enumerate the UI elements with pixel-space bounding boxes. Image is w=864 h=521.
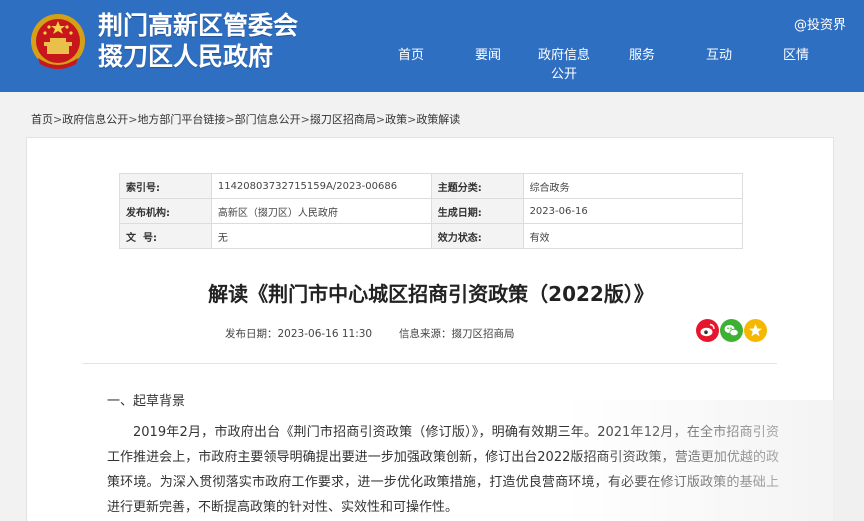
site-title[interactable]: 荆门高新区管委会 掇刀区人民政府 <box>98 10 298 72</box>
site-title-line2: 掇刀区人民政府 <box>98 42 274 71</box>
breadcrumb-item-policy[interactable]: 政策 <box>385 113 407 126</box>
breadcrumb-item-investment-bureau[interactable]: 掇刀区招商局 <box>310 113 376 126</box>
docno-value: 无 <box>210 223 432 249</box>
breadcrumb-item-policy-interpretation[interactable]: 政策解读 <box>416 113 460 126</box>
date-value: 2023-06-16 <box>522 198 744 224</box>
breadcrumb-item-dept-info[interactable]: 部门信息公开 <box>235 113 301 126</box>
table-row: 文 号: 无 效力状态: 有效 <box>119 223 744 249</box>
breadcrumb-item-platform-links[interactable]: 地方部门平台链接 <box>137 113 225 126</box>
nav-item-news[interactable]: 要闻 <box>475 46 501 65</box>
breadcrumb-separator: > <box>375 113 386 126</box>
document-meta-table: 索引号: 11420803732715159A/2023-00686 主题分类:… <box>119 173 744 249</box>
favorite-button[interactable] <box>744 319 767 342</box>
nav-item-service[interactable]: 服务 <box>629 46 655 65</box>
article-title: 解读《荆门市中心城区招商引资政策（2022版）》 <box>208 282 654 306</box>
breadcrumb-item-gov-info[interactable]: 政府信息公开 <box>62 113 128 126</box>
nav-item-gov-info[interactable]: 政府信息公开 <box>538 46 590 84</box>
status-label: 效力状态: <box>430 223 524 249</box>
status-value: 有效 <box>522 223 744 249</box>
breadcrumb-separator: > <box>53 113 63 126</box>
weibo-icon <box>696 319 719 342</box>
breadcrumb-separator: > <box>407 113 417 126</box>
star-icon <box>744 319 767 342</box>
wechat-icon <box>720 319 743 342</box>
breadcrumb-separator: > <box>300 113 310 126</box>
watermark-text: @投资界 <box>793 18 846 33</box>
divider <box>83 363 777 364</box>
share-weibo-button[interactable] <box>696 319 719 342</box>
topic-value: 综合政务 <box>522 173 744 199</box>
breadcrumb: 首页>政府信息公开>地方部门平台链接>部门信息公开>掇刀区招商局>政策>政策解读 <box>31 111 460 127</box>
site-title-line1: 荆门高新区管委会 <box>98 11 299 40</box>
nav-item-district[interactable]: 区情 <box>783 46 809 65</box>
org-value: 高新区（掇刀区）人民政府 <box>210 198 432 224</box>
info-source: 信息来源：掇刀区招商局 <box>399 328 515 340</box>
index-label: 索引号: <box>119 173 212 199</box>
article-paragraph: 2019年2月，市政府出台《荆门市招商引资政策（修订版）》，明确有效期三年。20… <box>107 425 779 515</box>
share-wechat-button[interactable] <box>720 319 743 342</box>
nav-item-home[interactable]: 首页 <box>398 46 424 65</box>
breadcrumb-item-home[interactable]: 首页 <box>31 113 53 126</box>
topic-label: 主题分类: <box>430 173 524 199</box>
table-row: 发布机构: 高新区（掇刀区）人民政府 生成日期: 2023-06-16 <box>119 198 744 224</box>
docno-label: 文 号: <box>119 223 212 249</box>
publish-date: 发布日期：2023-06-16 11:30 <box>225 328 373 340</box>
article-panel: 索引号: 11420803732715159A/2023-00686 主题分类:… <box>26 137 834 521</box>
section-heading: 一、起草背景 <box>107 394 186 409</box>
national-emblem-icon <box>31 14 85 69</box>
breadcrumb-separator: > <box>225 113 235 126</box>
nav-item-interact[interactable]: 互动 <box>706 46 732 65</box>
date-label: 生成日期: <box>430 198 524 224</box>
site-header: 荆门高新区管委会 掇刀区人民政府 首页 要闻 政府信息公开 服务 互动 区情 @… <box>0 0 864 92</box>
table-row: 索引号: 11420803732715159A/2023-00686 主题分类:… <box>119 173 744 199</box>
index-value: 11420803732715159A/2023-00686 <box>210 173 432 199</box>
org-label: 发布机构: <box>119 198 212 224</box>
